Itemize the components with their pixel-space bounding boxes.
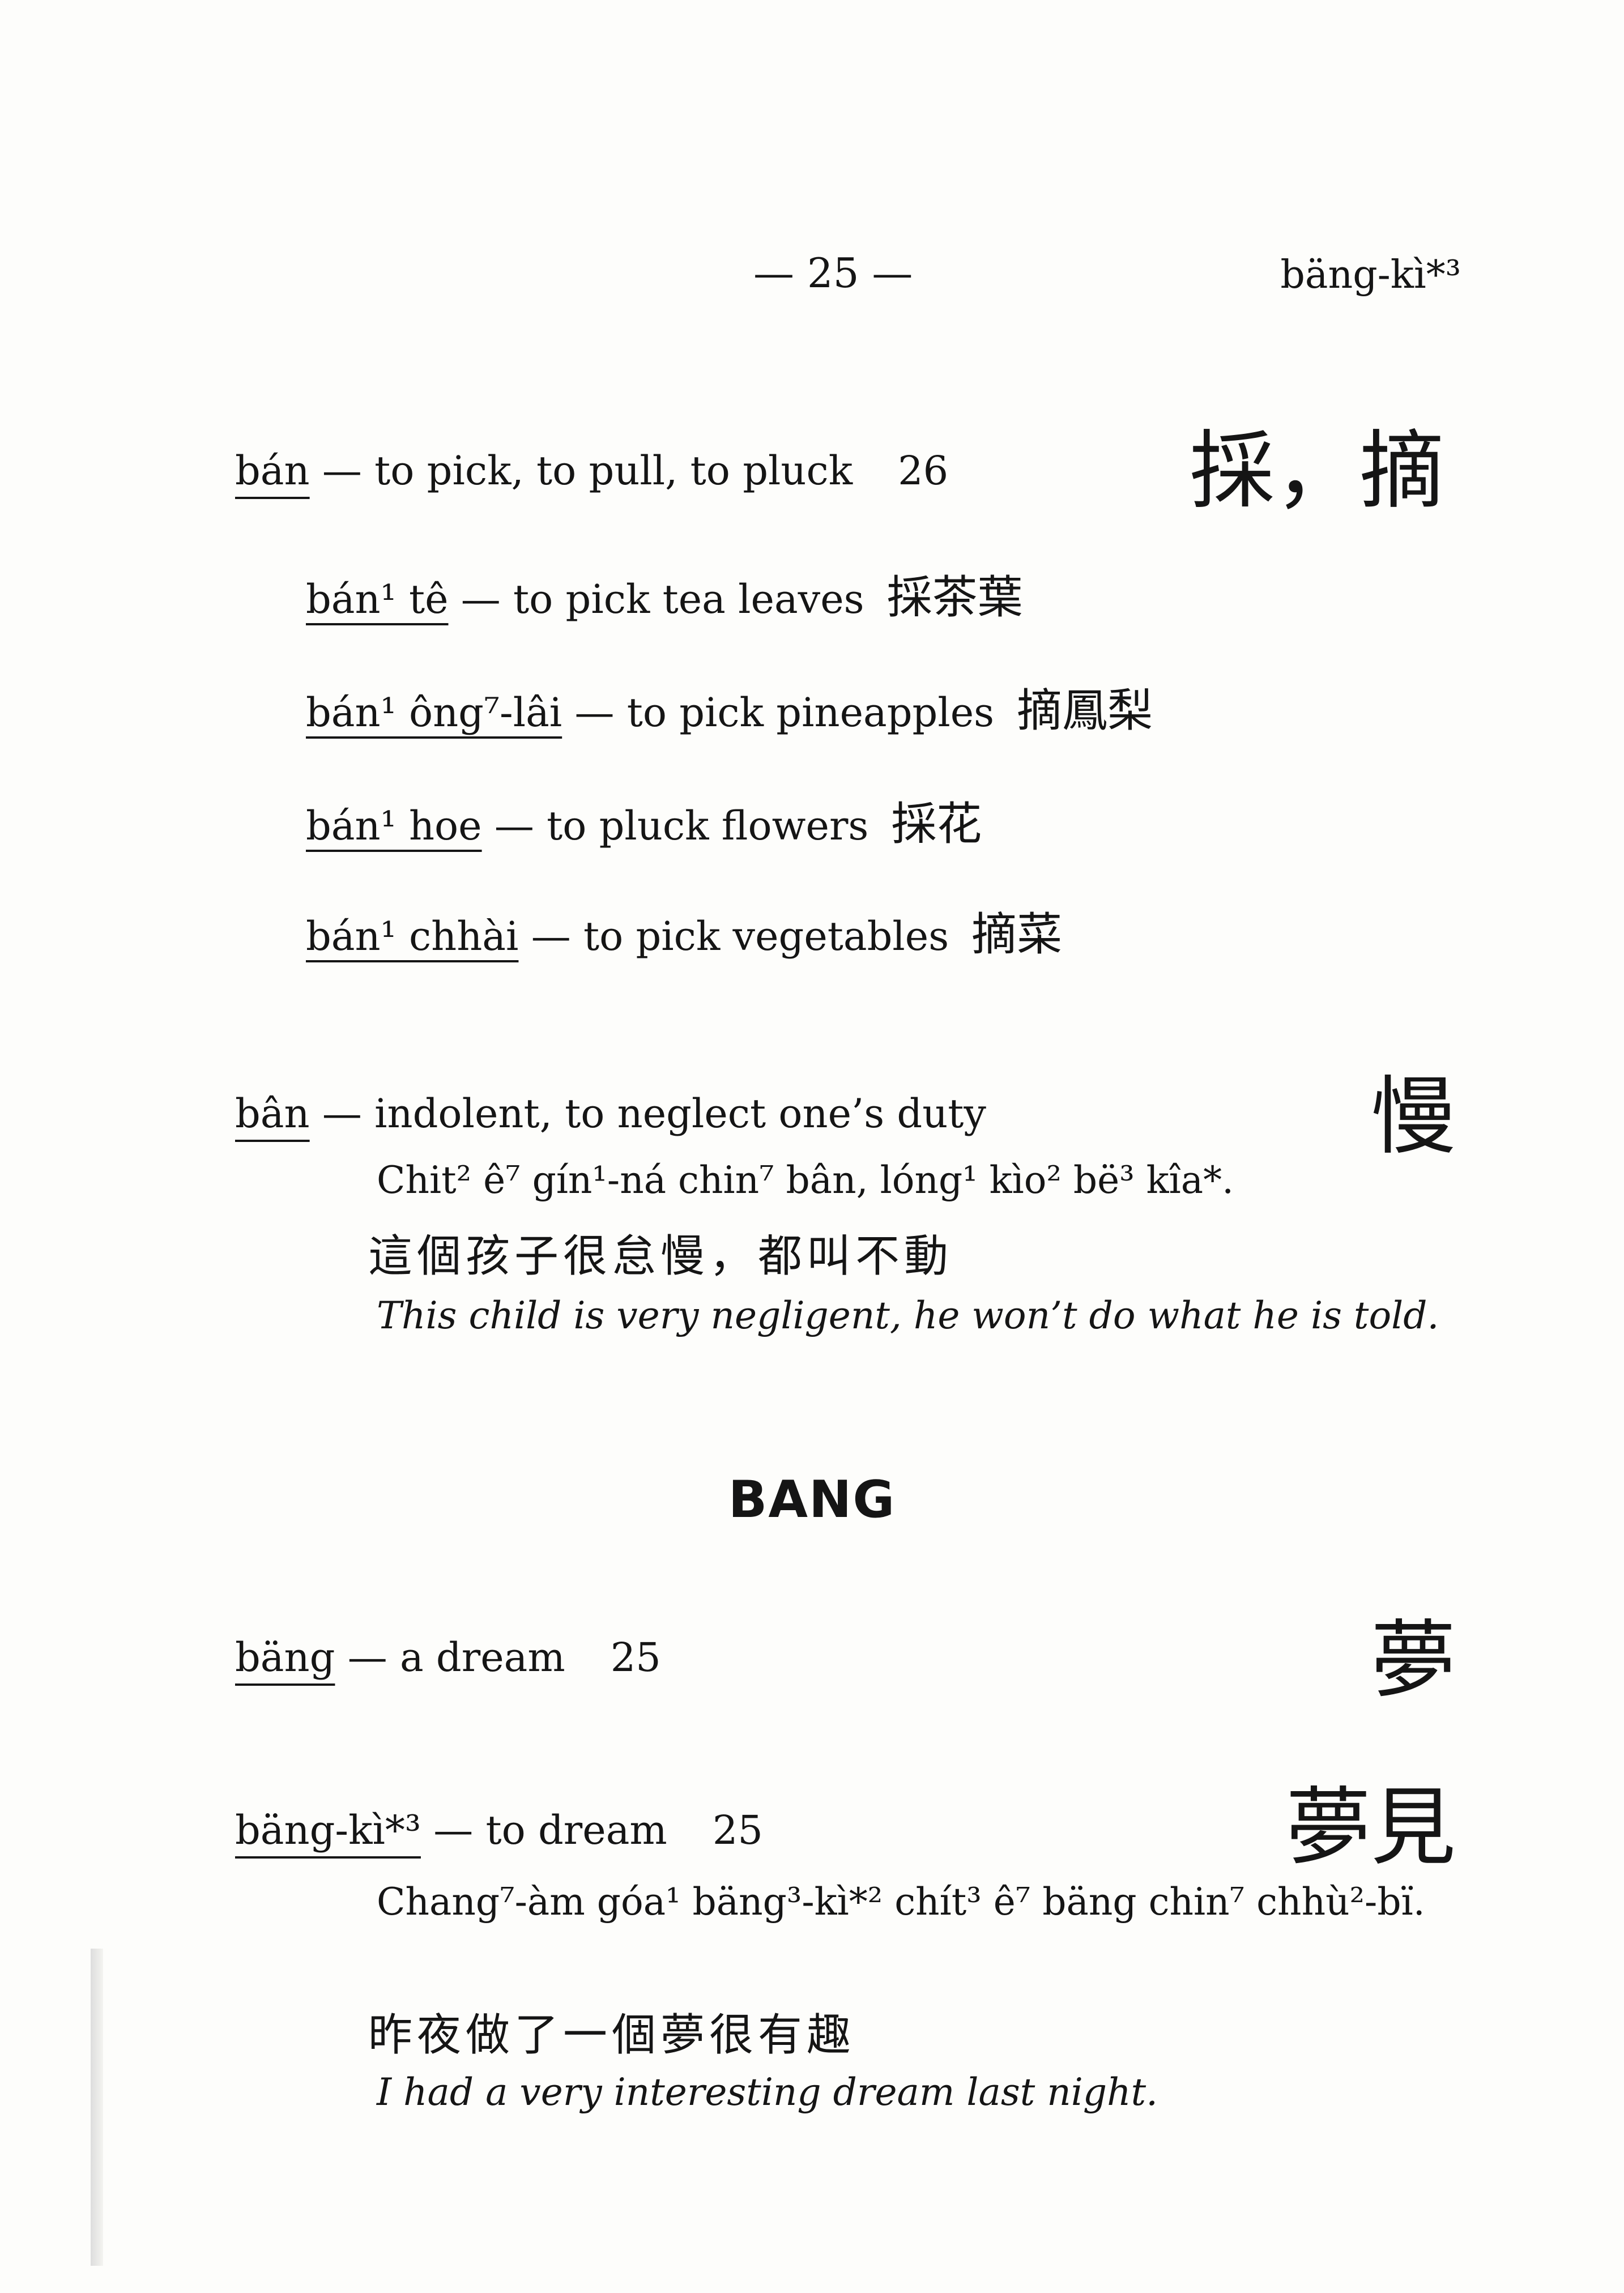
running-head: bäng-kì*³ <box>1280 253 1461 297</box>
entry-chinese: 夢見 <box>1286 1779 1456 1877</box>
sub-chinese: 採茶葉 <box>886 571 1023 624</box>
entry-chinese: 夢 <box>1371 1612 1456 1710</box>
sub-gloss: — to pick vegetables <box>518 913 949 960</box>
sub-term: bán¹ hoe <box>306 803 482 849</box>
sub-term: bán¹ chhài <box>306 913 519 960</box>
entry-bang-line: bäng — a dream 25 <box>235 1634 661 1681</box>
scan-edge-shadow <box>91 1949 103 2266</box>
sub-entry: bán¹ ông⁷-lâi — to pick pineapples 摘鳳梨 <box>306 674 1153 740</box>
section-heading: BANG <box>728 1470 896 1529</box>
example-translation: I had a very interesting dream last nigh… <box>377 2070 1158 2114</box>
entry-headword: bân <box>235 1090 310 1137</box>
entry-gloss: — to dream <box>420 1807 667 1853</box>
sub-gloss: — to pick tea leaves <box>448 576 864 623</box>
entry-ban2-line: bân — indolent, to neglect one’s duty <box>235 1090 986 1137</box>
entry-page-ref: 26 <box>898 447 949 494</box>
page-number: — 25 — <box>753 249 913 297</box>
entry-gloss: — indolent, to neglect one’s duty <box>309 1090 986 1137</box>
entry-chinese: 採，摘 <box>1190 422 1445 521</box>
sub-term: bán¹ tê <box>306 576 449 623</box>
entry-chinese: 慢 <box>1371 1068 1456 1166</box>
example-romanized: Chang⁷-àm góa¹ bäng³-kì*² chít³ ê⁷ bäng … <box>377 1880 1425 1924</box>
sub-entry: bán¹ hoe — to pluck flowers 採花 <box>306 787 982 853</box>
example-romanized: Chit² ê⁷ gín¹-ná chin⁷ bân, lóng¹ kìo² b… <box>377 1158 1234 1202</box>
example-chinese: 這個孩子很怠慢，都叫不動 <box>368 1231 953 1282</box>
entry-headword: bäng-kì*³ <box>235 1807 421 1853</box>
example-chinese: 昨夜做了一個夢很有趣 <box>368 2010 856 2061</box>
example-translation: This child is very negligent, he won’t d… <box>377 1294 1439 1337</box>
sub-chinese: 摘菜 <box>971 908 1063 961</box>
sub-gloss: — to pick pineapples <box>562 689 995 736</box>
sub-entry: bán¹ chhài — to pick vegetables 摘菜 <box>306 898 1062 964</box>
entry-headword: bán <box>235 447 310 494</box>
entry-page-ref: 25 <box>610 1634 661 1681</box>
entry-gloss: — a dream <box>335 1634 565 1681</box>
entry-headword: bäng <box>235 1634 335 1681</box>
entry-gloss: — to pick, to pull, to pluck <box>309 447 853 494</box>
sub-chinese: 摘鳳梨 <box>1017 684 1153 737</box>
entry-page-ref: 25 <box>712 1807 763 1853</box>
sub-term: bán¹ ông⁷-lâi <box>306 689 562 736</box>
entry-ban-line: bán — to pick, to pull, to pluck 26 <box>235 447 948 494</box>
sub-entry: bán¹ tê — to pick tea leaves 採茶葉 <box>306 561 1023 626</box>
sub-chinese: 採花 <box>891 798 982 850</box>
sub-gloss: — to pluck flowers <box>481 803 869 849</box>
entry-bangki-line: bäng-kì*³ — to dream 25 <box>235 1807 763 1853</box>
